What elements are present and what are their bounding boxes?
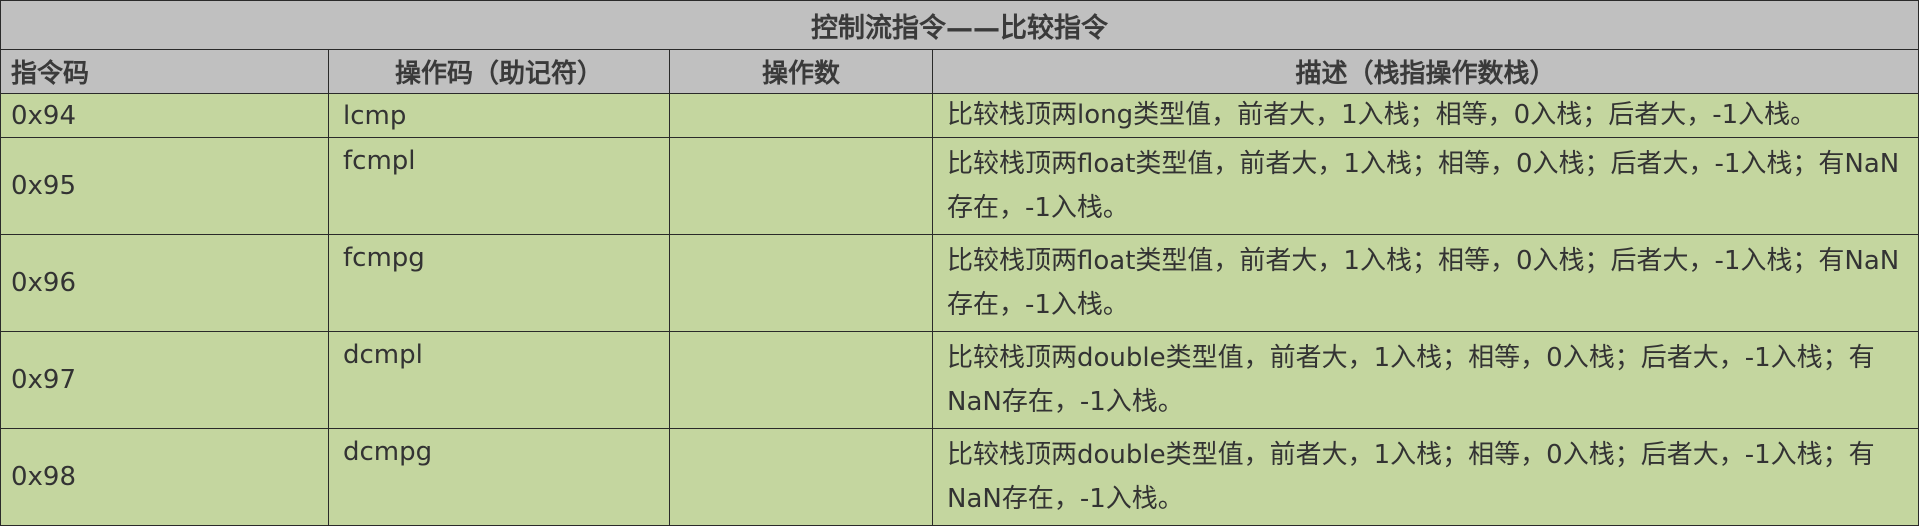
table-row: 0x97 dcmpl 比较栈顶两double类型值，前者大，1入栈；相等，0入栈… — [0, 331, 1919, 429]
header-row: 指令码 操作码（助记符） 操作数 描述（栈指操作数栈） — [0, 49, 1919, 94]
description-cell: 比较栈顶两double类型值，前者大，1入栈；相等，0入栈；后者大，-1入栈；有… — [932, 428, 1919, 526]
table-row: 0x95 fcmpl 比较栈顶两float类型值，前者大，1入栈；相等，0入栈；… — [0, 137, 1919, 235]
header-mnemonic: 操作码（助记符） — [328, 49, 670, 94]
operand-cell — [669, 137, 933, 235]
description-cell: 比较栈顶两long类型值，前者大，1入栈；相等，0入栈；后者大，-1入栈。 — [932, 93, 1919, 138]
opcode-cell: 0x97 — [0, 331, 329, 429]
mnemonic-cell: dcmpg — [328, 428, 670, 526]
mnemonic-cell: fcmpl — [328, 137, 670, 235]
compare-instructions-table-wrapper: 控制流指令——比较指令 指令码 操作码（助记符） 操作数 描述（栈指操作数栈） … — [0, 0, 1919, 526]
description-cell: 比较栈顶两float类型值，前者大，1入栈；相等，0入栈；后者大，-1入栈；有N… — [932, 234, 1919, 332]
caption-row: 控制流指令——比较指令 — [0, 0, 1919, 50]
opcode-cell: 0x95 — [0, 137, 329, 235]
mnemonic-cell: lcmp — [328, 93, 670, 138]
header-description: 描述（栈指操作数栈） — [932, 49, 1919, 94]
mnemonic-cell: fcmpg — [328, 234, 670, 332]
opcode-cell: 0x96 — [0, 234, 329, 332]
header-opcode: 指令码 — [0, 49, 329, 94]
operand-cell — [669, 428, 933, 526]
table-row: 0x98 dcmpg 比较栈顶两double类型值，前者大，1入栈；相等，0入栈… — [0, 428, 1919, 526]
table-row: 0x94 lcmp 比较栈顶两long类型值，前者大，1入栈；相等，0入栈；后者… — [0, 93, 1919, 138]
operand-cell — [669, 93, 933, 138]
header-operand: 操作数 — [669, 49, 933, 94]
operand-cell — [669, 331, 933, 429]
operand-cell — [669, 234, 933, 332]
description-cell: 比较栈顶两float类型值，前者大，1入栈；相等，0入栈；后者大，-1入栈；有N… — [932, 137, 1919, 235]
table-title: 控制流指令——比较指令 — [0, 0, 1919, 50]
table-row: 0x96 fcmpg 比较栈顶两float类型值，前者大，1入栈；相等，0入栈；… — [0, 234, 1919, 332]
opcode-cell: 0x98 — [0, 428, 329, 526]
mnemonic-cell: dcmpl — [328, 331, 670, 429]
compare-instructions-table: 控制流指令——比较指令 指令码 操作码（助记符） 操作数 描述（栈指操作数栈） … — [0, 0, 1919, 526]
opcode-cell: 0x94 — [0, 93, 329, 138]
description-cell: 比较栈顶两double类型值，前者大，1入栈；相等，0入栈；后者大，-1入栈；有… — [932, 331, 1919, 429]
